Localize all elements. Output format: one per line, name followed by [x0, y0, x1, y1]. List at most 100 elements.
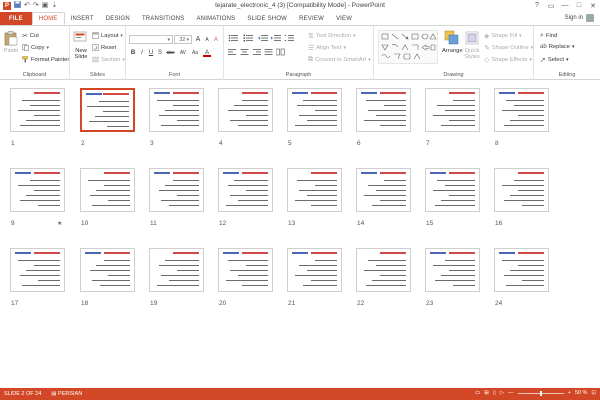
slide-thumbnail[interactable]	[149, 248, 204, 292]
save-icon[interactable]	[14, 1, 21, 11]
normal-view-icon[interactable]: ▭	[475, 390, 480, 396]
slideshow-view-icon[interactable]: ▷	[500, 390, 504, 396]
grow-font-button[interactable]: A	[194, 36, 202, 44]
text-direction-button[interactable]: ⇅ Text Direction ▾	[308, 32, 356, 40]
shape-outline-button[interactable]: ✎ Shape Outline ▾	[484, 44, 533, 52]
slide-number: 22	[357, 300, 365, 307]
bullets-icon[interactable]	[228, 34, 240, 42]
zoom-slider-thumb[interactable]	[539, 390, 542, 396]
zoom-level[interactable]: 50 %	[575, 390, 588, 396]
tab-transitions[interactable]: TRANSITIONS	[136, 12, 191, 25]
slide-thumbnail[interactable]	[80, 88, 135, 132]
decrease-indent-icon[interactable]	[258, 34, 268, 42]
slide-thumbnail[interactable]	[356, 88, 411, 132]
cut-button[interactable]: ✂ Cut	[22, 32, 39, 40]
clear-formatting-button[interactable]: A	[212, 36, 220, 44]
zoom-slider[interactable]	[517, 390, 564, 396]
tab-animations[interactable]: ANIMATIONS	[190, 12, 241, 25]
paste-button[interactable]: Paste	[3, 30, 19, 54]
shape-fill-button[interactable]: ◈ Shape Fill ▾	[484, 32, 522, 40]
reset-button[interactable]: Reset	[92, 44, 116, 51]
zoom-in-button[interactable]: +	[568, 390, 571, 396]
replace-button[interactable]: ab Replace ▾	[540, 44, 574, 50]
zoom-out-button[interactable]: —	[508, 390, 514, 396]
align-right-icon[interactable]	[252, 48, 261, 56]
slide-thumbnail[interactable]	[80, 248, 135, 292]
new-slide-button[interactable]: New Slide	[73, 30, 89, 60]
section-button[interactable]: Section ▾	[92, 56, 125, 63]
shape-effects-button[interactable]: ◇ Shape Effects ▾	[484, 56, 532, 64]
layout-button[interactable]: Layout ▾	[92, 32, 123, 39]
convert-smartart-button[interactable]: ⧉ Convert to SmartArt ▾	[308, 56, 371, 64]
fit-to-window-icon[interactable]: ⊡	[591, 390, 596, 396]
align-center-icon[interactable]	[240, 48, 249, 56]
underline-button[interactable]: U	[147, 49, 155, 57]
slide-thumbnail[interactable]	[10, 88, 65, 132]
italic-button[interactable]: I	[138, 49, 146, 57]
language-status[interactable]: ▤ PERSIAN	[51, 391, 82, 397]
format-painter-button[interactable]: Format Painter	[22, 56, 69, 63]
slide-sorter-view: 1 2 3 4 5 6 7 8 9 ★ 10 11 12 13 14 15 16 17 18 19 20 21 22 23 24	[0, 80, 600, 388]
slide-thumbnail[interactable]	[149, 88, 204, 132]
tab-slide-show[interactable]: SLIDE SHOW	[241, 12, 293, 25]
slide-thumbnail[interactable]	[287, 248, 342, 292]
font-name-select[interactable]: ▾	[129, 35, 173, 44]
slide-thumbnail[interactable]	[218, 168, 273, 212]
justify-icon[interactable]	[264, 48, 273, 56]
font-size-select[interactable]: 32 ▾	[174, 35, 192, 44]
strikethrough-button[interactable]: abc	[165, 49, 176, 57]
tab-home[interactable]: HOME	[31, 12, 65, 25]
reading-view-icon[interactable]: ▯	[493, 390, 496, 396]
customize-qat-icon[interactable]: ⇣	[51, 2, 57, 10]
tab-file[interactable]: FILE	[0, 12, 32, 25]
text-shadow-button[interactable]: S	[156, 49, 164, 57]
find-button[interactable]: ⌕ Find	[540, 32, 557, 40]
line-spacing-icon[interactable]	[284, 34, 294, 42]
slide-thumbnail[interactable]	[80, 168, 135, 212]
columns-icon[interactable]	[276, 48, 285, 56]
minimize-icon[interactable]: —	[558, 0, 572, 11]
quick-styles-button[interactable]: Quick Styles	[464, 30, 480, 60]
undo-icon[interactable]: ↶	[24, 2, 30, 10]
maximize-icon[interactable]: □	[572, 0, 586, 11]
arrange-button[interactable]: Arrange	[442, 30, 463, 54]
redo-icon[interactable]: ↷	[33, 2, 39, 10]
slide-thumbnail[interactable]	[494, 168, 549, 212]
slide-thumbnail[interactable]	[425, 88, 480, 132]
font-color-button[interactable]: A	[203, 49, 211, 57]
start-slideshow-icon[interactable]: ▣	[42, 2, 49, 10]
sign-in[interactable]: Sign in	[565, 14, 594, 22]
slide-thumbnail[interactable]	[149, 168, 204, 212]
change-case-button[interactable]: Aa	[190, 49, 200, 57]
slide-thumbnail[interactable]	[287, 168, 342, 212]
numbering-icon[interactable]	[243, 34, 255, 42]
close-icon[interactable]: ✕	[586, 0, 600, 11]
bold-button[interactable]: B	[129, 49, 137, 57]
slide-thumbnail[interactable]	[425, 248, 480, 292]
select-button[interactable]: ➚ Select ▾	[540, 56, 569, 64]
slide-thumbnail[interactable]	[425, 168, 480, 212]
slide-thumbnail[interactable]	[287, 88, 342, 132]
tab-design[interactable]: DESIGN	[100, 12, 136, 25]
tab-review[interactable]: REVIEW	[293, 12, 330, 25]
ribbon-display-options-icon[interactable]: ▭	[544, 0, 558, 11]
increase-indent-icon[interactable]	[271, 34, 281, 42]
shapes-gallery[interactable]	[378, 30, 438, 64]
copy-button[interactable]: Copy ▾	[22, 44, 49, 51]
slide-thumbnail[interactable]	[10, 168, 65, 212]
align-text-button[interactable]: ☰ Align Text ▾	[308, 44, 346, 52]
slide-sorter-view-icon[interactable]: ⊞	[484, 390, 489, 396]
shrink-font-button[interactable]: A	[203, 36, 211, 44]
character-spacing-button[interactable]: AV	[178, 49, 188, 57]
slide-thumbnail[interactable]	[10, 248, 65, 292]
slide-thumbnail[interactable]	[494, 88, 549, 132]
align-left-icon[interactable]	[228, 48, 237, 56]
slide-thumbnail[interactable]	[356, 168, 411, 212]
tab-view[interactable]: VIEW	[330, 12, 358, 25]
help-icon[interactable]: ?	[530, 0, 544, 11]
tab-insert[interactable]: INSERT	[65, 12, 100, 25]
slide-thumbnail[interactable]	[218, 88, 273, 132]
slide-thumbnail[interactable]	[494, 248, 549, 292]
slide-thumbnail[interactable]	[218, 248, 273, 292]
slide-thumbnail[interactable]	[356, 248, 411, 292]
